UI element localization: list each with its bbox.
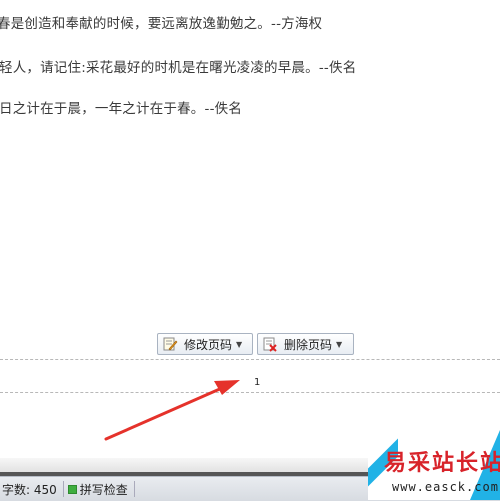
footer-boundary-line [0,392,500,393]
spell-check-status[interactable]: 拼写检查 [67,481,128,498]
edit-page-number-button[interactable]: 修改页码 ▼ [157,333,253,355]
page-number[interactable]: 1 [254,377,260,388]
chevron-down-icon[interactable]: ▼ [236,340,242,349]
edit-page-number-label: 修改页码 [184,337,233,352]
status-separator [62,481,64,497]
document-text-line[interactable]: 轻人，请记住:采花最好的时机是在曙光凌凌的早晨。--佚名 [0,56,356,76]
watermark-url: www.easck.com [392,480,499,494]
document-text-line[interactable]: 春是创造和奉献的时候，要远离放逸勤勉之。--方海权 [0,12,322,32]
word-count[interactable]: 字数: 450 [0,481,57,498]
spell-check-label: 拼写检查 [79,482,128,497]
spell-check-icon [67,484,77,494]
status-separator [133,481,135,497]
delete-page-icon [263,337,277,352]
page-number-toolbar: 修改页码 ▼ 删除页码 ▼ [157,333,354,355]
edit-page-icon [163,337,178,351]
footer-boundary-line [0,359,500,360]
delete-page-number-label: 删除页码 [284,337,333,352]
watermark-title: 易采站长站 [384,450,500,476]
delete-page-number-button[interactable]: 删除页码 ▼ [257,333,354,355]
document-text-line[interactable]: 日之计在于晨，一年之计在于春。--佚名 [0,97,242,117]
chevron-down-icon[interactable]: ▼ [336,340,342,349]
